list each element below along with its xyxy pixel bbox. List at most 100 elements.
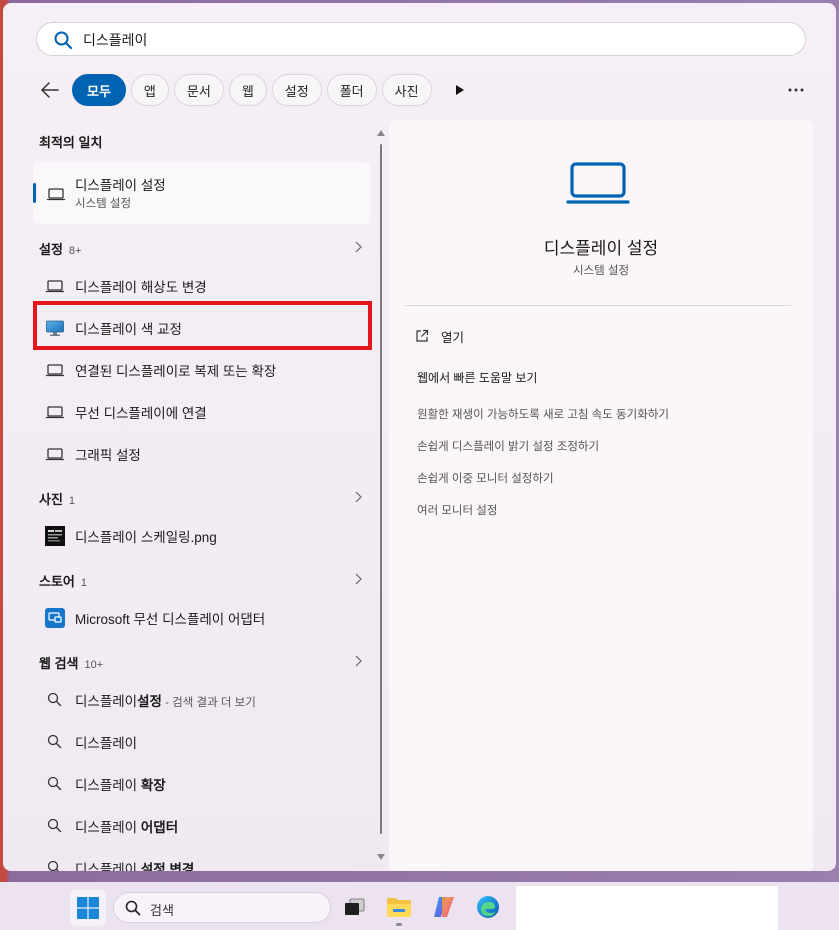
search-icon — [47, 776, 62, 791]
web-result-suggestion: 확장 — [140, 778, 166, 793]
laptop-icon — [46, 188, 66, 201]
laptop-icon — [566, 162, 630, 204]
settings-item-graphics[interactable]: 그래픽 설정 — [33, 434, 370, 474]
best-match-title: 디스플레이 설정 — [75, 178, 166, 193]
scroll-down-icon[interactable] — [377, 854, 385, 860]
settings-heading[interactable]: 설정 8+ — [39, 239, 81, 258]
settings-item-resolution[interactable]: 디스플레이 해상도 변경 — [33, 266, 370, 306]
open-action[interactable]: 열기 — [415, 326, 464, 346]
search-box[interactable] — [36, 22, 806, 56]
scroll-thumb[interactable] — [380, 144, 382, 834]
filter-web[interactable]: 웹 — [228, 74, 267, 106]
photo-item-label: 디스플레이 스케일링.png — [75, 530, 217, 545]
taskbar-search-label: 검색 — [150, 903, 174, 918]
filter-folders[interactable]: 폴더 — [326, 74, 377, 106]
filter-bar: 모두 앱 문서 웹 설정 폴더 사진 — [33, 73, 475, 107]
details-pane: 디스플레이 설정 시스템 설정 열기 웹에서 빠른 도움말 보기 원활한 재생이… — [389, 120, 813, 871]
web-result-query: 디스플레이 — [75, 736, 138, 751]
store-item[interactable]: Microsoft 무선 디스플레이 어댑터 — [33, 598, 370, 638]
copilot-icon — [434, 897, 454, 917]
play-icon — [455, 85, 464, 95]
web-result-query: 디스플레이 — [75, 862, 141, 871]
scroll-up-icon[interactable] — [377, 130, 385, 136]
web-result-label: 디스플레이 설정 변경 — [75, 858, 194, 871]
web-result-item[interactable]: 디스플레이설정 - 검색 결과 더 보기 — [33, 680, 370, 720]
taskbar-search[interactable]: 검색 — [113, 892, 331, 923]
help-link[interactable]: 여러 모니터 설정 — [417, 502, 497, 518]
help-link[interactable]: 손쉽게 이중 모니터 설정하기 — [417, 470, 554, 486]
photos-heading-label: 사진 — [39, 492, 63, 507]
windows-start-icon — [77, 897, 99, 919]
best-match-subtitle: 시스템 설정 — [75, 198, 132, 210]
chevron-right-icon[interactable] — [353, 491, 363, 503]
web-result-item[interactable]: 디스플레이 확장 — [33, 764, 370, 804]
chevron-right-icon[interactable] — [353, 241, 363, 253]
photo-item[interactable]: 디스플레이 스케일링.png — [33, 516, 370, 556]
open-external-icon — [416, 329, 429, 342]
laptop-icon — [45, 364, 65, 377]
task-view-icon — [345, 898, 365, 915]
task-view-button[interactable] — [340, 893, 368, 921]
help-link[interactable]: 원활한 재생이 가능하도록 새로 고침 속도 동기화하기 — [417, 406, 669, 422]
settings-item-label: 그래픽 설정 — [75, 448, 141, 463]
filter-all[interactable]: 모두 — [72, 74, 126, 106]
web-result-label: 디스플레이 — [75, 732, 137, 752]
highlight-annotation — [33, 301, 372, 350]
edge-browser-icon — [477, 896, 499, 918]
search-icon — [47, 860, 59, 871]
web-result-note: - 검색 결과 더 보기 — [161, 697, 256, 709]
store-item-label: Microsoft 무선 디스플레이 어댑터 — [75, 612, 266, 627]
web-result-suggestion: 설정 — [137, 694, 162, 709]
settings-item-wireless-display[interactable]: 무선 디스플레이에 연결 — [33, 392, 370, 432]
store-count: 1 — [80, 577, 88, 589]
back-button[interactable] — [33, 73, 67, 107]
web-result-suggestion: 어댑터 — [140, 820, 179, 835]
results-list: 최적의 일치 디스플레이 설정 시스템 설정 설정 8+ 디스플레이 해상도 변경 — [31, 120, 376, 871]
chevron-right-icon[interactable] — [353, 573, 363, 585]
store-heading-label: 스토어 — [39, 574, 75, 589]
web-result-item[interactable]: 디스플레이 어댑터 — [33, 806, 370, 846]
search-input[interactable] — [83, 29, 783, 51]
photos-heading[interactable]: 사진 1 — [39, 489, 75, 508]
edge-button[interactable] — [474, 893, 502, 921]
start-button[interactable] — [70, 890, 106, 926]
open-label: 열기 — [441, 330, 465, 345]
filter-apps[interactable]: 앱 — [130, 74, 169, 106]
web-result-item[interactable]: 디스플레이 — [33, 722, 370, 762]
filter-documents[interactable]: 문서 — [173, 74, 224, 106]
search-icon — [125, 900, 141, 916]
web-result-item[interactable]: 디스플레이 설정 변경 — [33, 848, 370, 871]
web-help-heading: 웹에서 빠른 도움말 보기 — [417, 371, 538, 385]
settings-item-label: 디스플레이 해상도 변경 — [75, 280, 207, 295]
more-options-button[interactable] — [781, 79, 811, 101]
search-panel: 모두 앱 문서 웹 설정 폴더 사진 최적의 일치 디스플레이 설정 시스템 설… — [3, 3, 836, 871]
web-search-heading[interactable]: 웹 검색 10+ — [39, 653, 103, 672]
settings-item-duplicate-extend[interactable]: 연결된 디스플레이로 복제 또는 확장 — [33, 350, 370, 390]
web-result-query: 디스플레이 — [75, 778, 141, 793]
more-icon — [788, 88, 804, 92]
more-filters-button[interactable] — [445, 74, 475, 106]
web-result-label: 디스플레이 확장 — [75, 774, 166, 794]
filter-photos[interactable]: 사진 — [381, 74, 432, 106]
results-scrollbar[interactable] — [377, 126, 385, 861]
web-result-label: 디스플레이 어댑터 — [75, 816, 178, 836]
image-thumbnail-icon — [45, 526, 65, 546]
help-link[interactable]: 손쉽게 디스플레이 밝기 설정 조정하기 — [417, 438, 599, 454]
running-indicator — [396, 923, 402, 926]
best-match-item[interactable]: 디스플레이 설정 시스템 설정 — [33, 162, 370, 224]
filter-settings[interactable]: 설정 — [271, 74, 322, 106]
web-result-label: 디스플레이설정 - 검색 결과 더 보기 — [75, 690, 256, 710]
settings-item-label: 연결된 디스플레이로 복제 또는 확장 — [75, 364, 277, 379]
laptop-icon — [45, 406, 65, 419]
chevron-right-icon[interactable] — [353, 655, 363, 667]
settings-count: 8+ — [68, 245, 82, 257]
search-icon — [54, 31, 73, 50]
photos-count: 1 — [68, 495, 76, 507]
copilot-button[interactable] — [430, 893, 458, 921]
store-heading[interactable]: 스토어 1 — [39, 571, 87, 590]
web-result-suggestion: 설정 변경 — [140, 862, 195, 871]
laptop-icon — [45, 280, 65, 293]
search-icon — [47, 818, 62, 833]
back-arrow-icon — [41, 82, 59, 98]
file-explorer-button[interactable] — [385, 893, 413, 921]
